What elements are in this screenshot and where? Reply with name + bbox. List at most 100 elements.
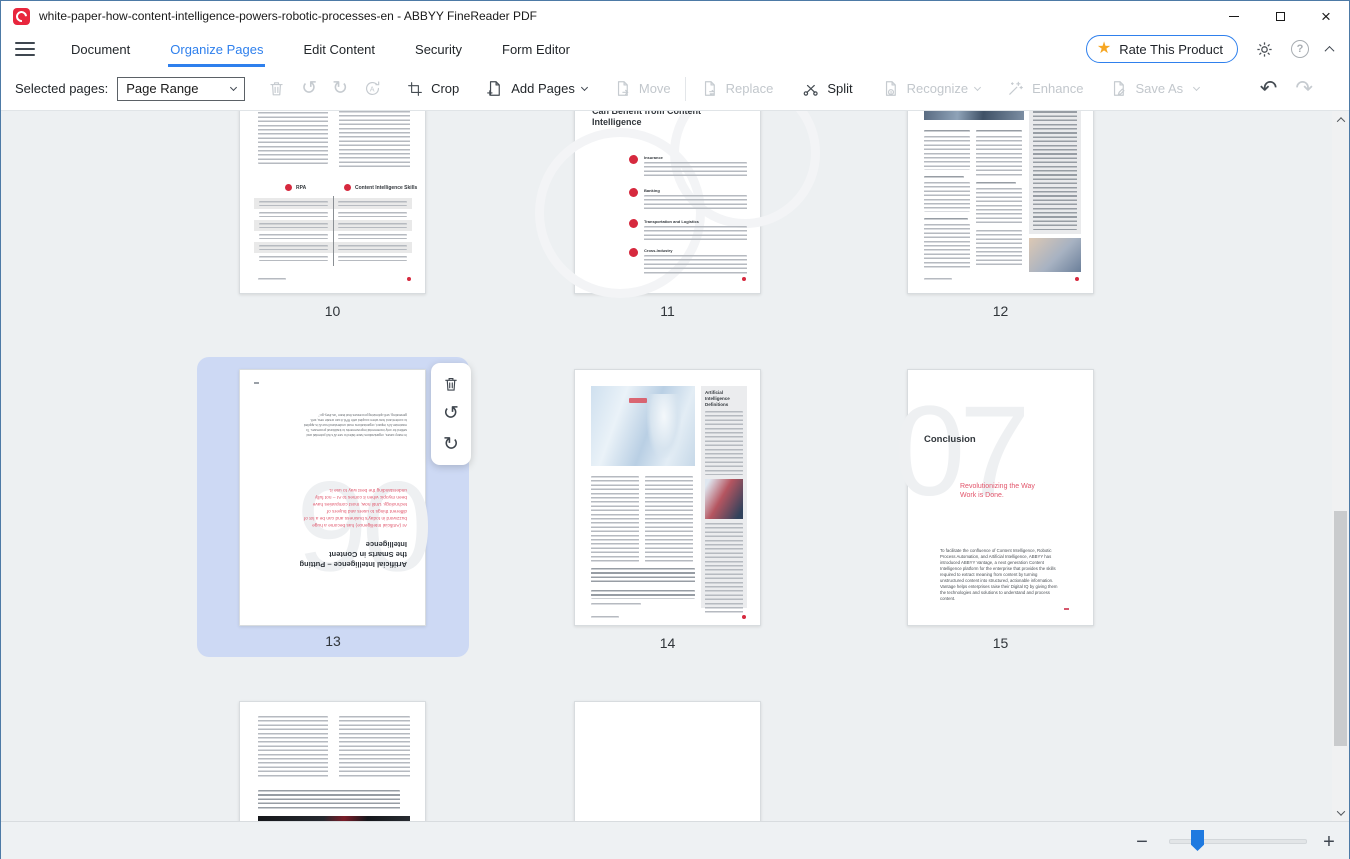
page-footer-mark <box>1075 277 1079 281</box>
rotate-right-icon: ↻ <box>332 79 348 98</box>
replace-button[interactable]: Replace <box>700 79 774 98</box>
page13-body-text: In many cases, organizations have failed… <box>303 412 407 437</box>
correct-orientation-button[interactable]: A <box>363 79 382 98</box>
main-tabs: Document Organize Pages Edit Content Sec… <box>51 31 590 67</box>
vertical-scrollbar[interactable] <box>1332 111 1349 821</box>
zoom-slider-handle[interactable] <box>1191 830 1204 851</box>
collapse-toolbar-chevron-icon[interactable] <box>1325 45 1335 55</box>
footer-text <box>924 278 952 281</box>
page14-sidebar: Artificial Intelligence Definitions <box>701 386 747 608</box>
organize-pages-toolbar: Selected pages: Page Range ↺ ↻ A Crop Ad… <box>1 67 1349 111</box>
help-icon[interactable]: ? <box>1291 40 1309 58</box>
tab-organize-pages[interactable]: Organize Pages <box>168 31 265 67</box>
rotate-right-icon[interactable]: ↻ <box>443 435 459 454</box>
minimize-icon <box>1229 16 1239 17</box>
tab-document[interactable]: Document <box>69 31 132 67</box>
redo-button[interactable]: ↷ <box>1295 78 1313 99</box>
insurance-icon <box>629 155 638 164</box>
page-thumbnail-16[interactable] <box>239 701 426 821</box>
mini-heading <box>924 218 968 221</box>
settings-gear-icon[interactable] <box>1255 40 1274 59</box>
delete-page-icon[interactable] <box>442 375 460 393</box>
page-footer-mark <box>407 277 411 281</box>
text-lines <box>924 182 970 212</box>
page-number-10: 10 <box>239 303 426 319</box>
save-as-button[interactable]: Save As <box>1109 79 1199 98</box>
page-thumbnail-13[interactable]: 06 Artificial Intelligence – Putting the… <box>239 369 426 626</box>
page-number-12: 12 <box>907 303 1094 319</box>
crop-label: Crop <box>431 81 459 96</box>
maximize-button[interactable] <box>1257 1 1303 31</box>
zoom-slider-track[interactable] <box>1169 839 1307 844</box>
banking-icon <box>629 188 638 197</box>
table-header-rpa: RPA <box>285 184 306 191</box>
minimize-button[interactable] <box>1211 1 1257 31</box>
industry-section: Transportation and Logistics <box>629 219 747 242</box>
move-button[interactable]: Move <box>613 79 671 98</box>
save-as-page-icon <box>1109 79 1128 98</box>
delete-page-button[interactable] <box>267 79 286 98</box>
maximize-icon <box>1276 12 1285 21</box>
zoom-out-button[interactable]: − <box>1129 829 1155 855</box>
menu-bar: Document Organize Pages Edit Content Sec… <box>1 31 1349 67</box>
rotate-left-button[interactable]: ↺ <box>301 79 317 98</box>
replace-page-icon <box>700 79 719 98</box>
text-lines <box>339 716 410 778</box>
page15-body-text: To facilitate the confluence of Content … <box>940 548 1062 602</box>
text-lines <box>258 111 328 164</box>
crop-button[interactable]: Crop <box>406 80 459 98</box>
svg-text:A: A <box>370 85 375 93</box>
table-header-content-intelligence: Content Intelligence Skills <box>344 184 417 191</box>
add-pages-button[interactable]: Add Pages <box>485 79 587 98</box>
tab-form-editor[interactable]: Form Editor <box>500 31 572 67</box>
page-thumbnail-10[interactable]: RPA Content Intelligence Skills <box>239 111 426 294</box>
page-number-13: 13 <box>197 633 469 649</box>
page15-lead-text: Revolutionizing the Way Work is Done. <box>960 482 1052 501</box>
page-footer-mark <box>742 277 746 281</box>
zoom-in-button[interactable]: + <box>1316 829 1342 855</box>
scroll-down-arrow[interactable] <box>1332 804 1349 821</box>
scissors-icon <box>801 79 820 98</box>
tab-security[interactable]: Security <box>413 31 464 67</box>
page-thumbnail-15[interactable]: 07 Conclusion Revolutionizing the Way Wo… <box>907 369 1094 626</box>
recognize-page-icon: a <box>881 79 900 98</box>
scrollbar-thumb[interactable] <box>1334 511 1347 746</box>
page-thumbnail-17[interactable] <box>574 701 761 821</box>
undo-button[interactable]: ↶ <box>1260 78 1278 99</box>
footer-text <box>258 278 286 281</box>
trash-icon <box>267 79 286 98</box>
page12-photo <box>924 111 1024 120</box>
scroll-up-arrow[interactable] <box>1332 111 1349 128</box>
selected-page-highlight[interactable]: 06 Artificial Intelligence – Putting the… <box>197 357 469 657</box>
rate-this-product-button[interactable]: ★ Rate This Product <box>1086 35 1238 63</box>
rotate-left-icon[interactable]: ↺ <box>443 404 459 423</box>
magic-wand-icon <box>1006 79 1025 98</box>
app-window: white-paper-how-content-intelligence-pow… <box>0 0 1350 859</box>
page-thumbnail-14[interactable]: Artificial Intelligence Definitions <box>574 369 761 626</box>
page-footer-mark <box>1064 608 1069 610</box>
hamburger-menu-icon[interactable] <box>15 31 35 67</box>
text-lines <box>258 716 328 778</box>
mini-heading <box>976 182 1016 185</box>
enhance-button[interactable]: Enhance <box>1006 79 1083 98</box>
recognize-label: Recognize <box>907 81 968 96</box>
selected-pages-label: Selected pages: <box>15 81 108 96</box>
rpa-icon <box>285 184 292 191</box>
split-button[interactable]: Split <box>801 79 852 98</box>
page-number-15: 15 <box>907 635 1094 651</box>
page-range-select[interactable]: Page Range <box>117 77 245 101</box>
recognize-button[interactable]: a Recognize <box>881 79 980 98</box>
close-button[interactable]: × <box>1303 1 1349 31</box>
enhance-label: Enhance <box>1032 81 1083 96</box>
page-thumbnail-12[interactable] <box>907 111 1094 294</box>
abbyy-logo-icon <box>13 8 30 25</box>
page-number-14: 14 <box>574 635 761 651</box>
rotate-right-button[interactable]: ↻ <box>332 79 348 98</box>
table-divider <box>333 196 334 266</box>
tab-edit-content[interactable]: Edit Content <box>301 31 377 67</box>
save-as-label: Save As <box>1135 81 1183 96</box>
page-actions-panel: ↺ ↻ <box>431 363 471 465</box>
page-thumbnail-11[interactable]: Can Benefit from Content Intelligence In… <box>574 111 761 294</box>
split-label: Split <box>827 81 852 96</box>
rate-button-label: Rate This Product <box>1119 42 1223 57</box>
